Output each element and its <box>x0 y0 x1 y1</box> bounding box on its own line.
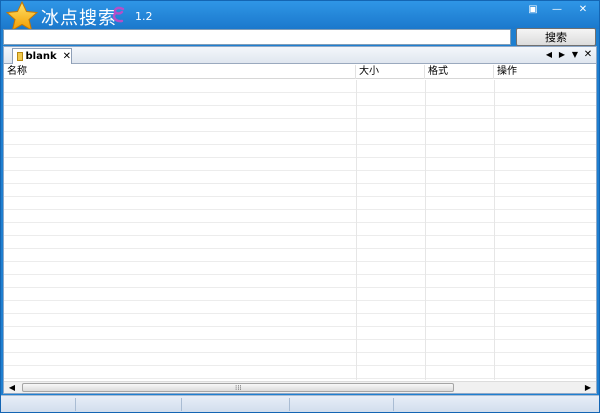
table-header: 名称 大小 格式 操作 <box>4 65 596 79</box>
search-row: 搜索 <box>1 28 599 46</box>
minimize-icon: — <box>552 4 562 15</box>
search-input[interactable] <box>3 29 511 45</box>
close-window-button[interactable]: ✕ <box>569 1 597 18</box>
title-bar[interactable]: 冰点搜索 1.2 ▣ — ✕ <box>1 1 599 31</box>
table-body[interactable] <box>4 80 596 380</box>
column-header-size[interactable]: 大小 <box>356 65 425 79</box>
column-header-name[interactable]: 名称 <box>4 65 356 79</box>
column-divider <box>494 80 495 380</box>
status-divider <box>181 398 182 411</box>
brand-e-logo-icon <box>112 6 125 23</box>
restore-button[interactable]: ▣ <box>521 1 545 18</box>
star-logo-icon <box>6 1 38 31</box>
minimize-button[interactable]: — <box>545 1 569 18</box>
close-icon: ✕ <box>578 4 588 15</box>
status-bar <box>1 395 599 412</box>
app-window: 冰点搜索 1.2 ▣ — ✕ 搜索 blank ✕ ◀ ▶ ▼ ✕ 名称 大小 … <box>0 0 600 413</box>
results-panel: blank ✕ ◀ ▶ ▼ ✕ 名称 大小 格式 操作 ◀ ⁞⁞⁞ ▶ <box>3 46 597 394</box>
status-divider <box>393 398 394 411</box>
scrollbar-thumb[interactable]: ⁞⁞⁞ <box>22 383 454 392</box>
tab-strip: blank ✕ ◀ ▶ ▼ ✕ <box>4 47 596 64</box>
window-controls: ▣ — ✕ <box>521 1 597 19</box>
tab-blank[interactable]: blank ✕ <box>12 48 72 64</box>
tab-menu-icon[interactable]: ▼ <box>570 49 580 61</box>
column-header-action[interactable]: 操作 <box>494 65 596 79</box>
search-button[interactable]: 搜索 <box>516 28 596 46</box>
tab-next-icon[interactable]: ▶ <box>557 49 567 61</box>
restore-icon: ▣ <box>528 4 538 15</box>
app-title: 冰点搜索 <box>41 8 117 29</box>
status-divider <box>75 398 76 411</box>
tab-strip-close-icon[interactable]: ✕ <box>583 49 593 61</box>
folder-icon <box>17 52 23 61</box>
results-table: 名称 大小 格式 操作 <box>4 65 596 381</box>
tab-tools: ◀ ▶ ▼ ✕ <box>544 49 593 61</box>
scroll-left-icon[interactable]: ◀ <box>6 382 18 394</box>
horizontal-scrollbar[interactable]: ◀ ⁞⁞⁞ ▶ <box>4 381 596 393</box>
scroll-right-icon[interactable]: ▶ <box>582 382 594 394</box>
tab-prev-icon[interactable]: ◀ <box>544 49 554 61</box>
tab-label: blank <box>25 51 57 62</box>
status-divider <box>289 398 290 411</box>
grip-icon: ⁞⁞⁞ <box>235 384 242 392</box>
column-header-format[interactable]: 格式 <box>425 65 494 79</box>
column-divider <box>356 80 357 380</box>
tab-close-icon[interactable]: ✕ <box>63 51 71 62</box>
app-version: 1.2 <box>135 10 153 23</box>
column-divider <box>425 80 426 380</box>
